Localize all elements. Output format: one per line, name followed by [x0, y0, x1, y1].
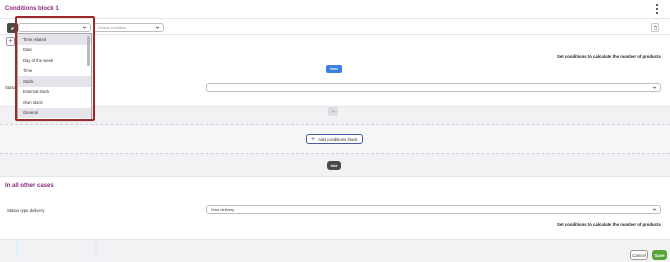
collapse-block-button[interactable]	[328, 107, 338, 116]
dropdown-option[interactable]: External stock	[18, 87, 91, 98]
condition-operator-placeholder: Select condition	[98, 25, 127, 30]
block-hint: Set conditions to calculate the number o…	[557, 54, 661, 59]
chevron-down-icon	[82, 25, 87, 30]
delete-condition-icon[interactable]	[651, 23, 659, 32]
plus-icon: +	[311, 135, 316, 143]
add-conditions-block-label: Add conditions block	[318, 136, 358, 142]
chevron-down-icon	[155, 25, 160, 30]
if-badge: IF	[7, 23, 18, 33]
condition-field-select[interactable]	[18, 23, 91, 32]
otherwise-hint: Set conditions to calculate the number o…	[557, 222, 661, 227]
status-select[interactable]	[206, 83, 661, 92]
status-label: Status	[5, 85, 18, 90]
dropdown-option[interactable]: Own stock	[18, 97, 91, 108]
add-condition-button[interactable]: +	[6, 37, 15, 46]
otherwise-status-label: Status type delivery	[7, 208, 45, 213]
dropdown-option[interactable]: General	[18, 107, 91, 118]
more-options-icon[interactable]	[655, 4, 659, 14]
cancel-button[interactable]: Cancel	[630, 250, 648, 260]
dropdown-scrollbar[interactable]	[87, 36, 90, 66]
dropdown-option[interactable]: Stock	[18, 76, 91, 87]
layout-guide	[16, 238, 18, 258]
condition-field-dropdown: Time related Date Day of the week Time Stock…	[17, 33, 92, 120]
layout-guide	[95, 238, 97, 258]
dropdown-option[interactable]: Date	[18, 45, 91, 56]
dropdown-option[interactable]: Day of the week	[18, 55, 91, 66]
add-conditions-block-button[interactable]: + Add conditions block	[306, 134, 363, 144]
chevron-down-icon	[652, 207, 657, 212]
otherwise-status-select[interactable]: Own delivery	[206, 205, 661, 214]
condition-operator-select[interactable]: Select condition	[93, 23, 164, 32]
block-title: Conditions block 1	[5, 6, 59, 12]
dropdown-option[interactable]: Time	[18, 66, 91, 77]
chevron-down-icon	[652, 85, 657, 90]
dropdown-option[interactable]: Time related	[18, 34, 91, 45]
then-badge: then	[326, 65, 342, 73]
save-button[interactable]: Save	[652, 250, 667, 260]
else-badge: else	[327, 161, 341, 170]
otherwise-status-value: Own delivery	[211, 207, 235, 212]
dropdown-option-list: Time related Date Day of the week Time Stock…	[18, 34, 91, 118]
otherwise-title: In all other cases	[5, 183, 54, 189]
